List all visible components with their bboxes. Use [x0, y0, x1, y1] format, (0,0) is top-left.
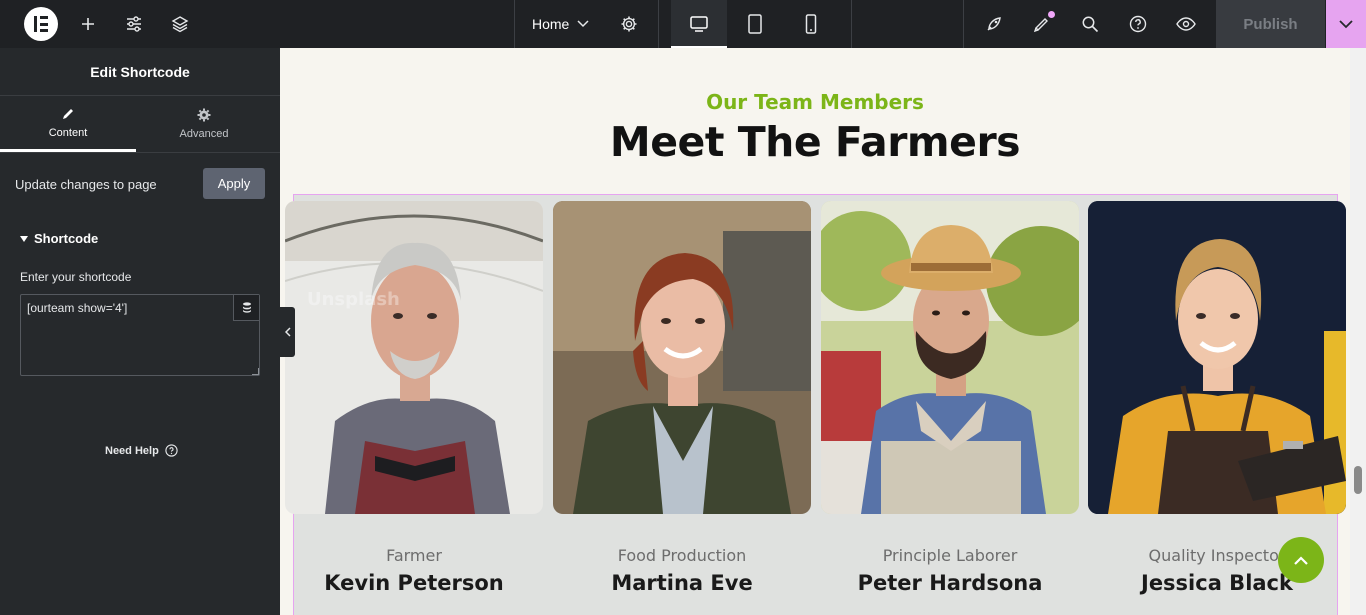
shortcode-input[interactable]: [ourteam show='4'] [20, 294, 260, 376]
tab-advanced[interactable]: Advanced [136, 96, 272, 152]
tab-content[interactable]: Content [0, 96, 136, 152]
update-changes-row: Update changes to page Apply [0, 168, 280, 200]
update-changes-label: Update changes to page [15, 177, 157, 192]
settings-sliders-icon[interactable] [122, 0, 146, 48]
search-icon[interactable] [1078, 0, 1102, 48]
tab-content-label: Content [48, 126, 88, 139]
team-member-photo[interactable] [1088, 201, 1346, 514]
gear-icon [197, 108, 211, 122]
page-canvas: Our Team Members Meet The Farmers Unspla… [280, 48, 1350, 615]
shortcode-field-label: Enter your shortcode [20, 270, 132, 284]
member-role: Principle Laborer [882, 546, 1018, 565]
tablet-icon[interactable] [727, 0, 783, 48]
whats-new-icon[interactable] [1030, 0, 1054, 48]
editor-panel: Edit Shortcode Content Advanced Update c… [0, 48, 280, 615]
layers-icon[interactable] [168, 0, 192, 48]
panel-title: Edit Shortcode [0, 48, 280, 96]
team-member-photo[interactable]: Unsplash [285, 201, 543, 514]
textarea-resize-handle[interactable] [252, 368, 259, 375]
page-name: Home [532, 16, 570, 32]
member-name: Kevin Peterson [324, 571, 504, 595]
member-role: Food Production [617, 546, 747, 565]
member-role: Farmer [386, 546, 442, 565]
page-settings-gear-icon[interactable] [617, 0, 641, 48]
publish-button[interactable]: Publish [1216, 0, 1325, 48]
editor-top-bar: Home Publish [0, 0, 1366, 48]
notification-dot [1048, 11, 1055, 18]
team-member-photo[interactable] [553, 201, 811, 514]
apply-button[interactable]: Apply [203, 168, 265, 199]
chevron-up-icon [1294, 555, 1308, 565]
canvas-scrollbar[interactable] [1350, 48, 1366, 615]
preview-eye-icon[interactable] [1174, 0, 1198, 48]
desktop-icon[interactable] [671, 0, 727, 48]
rocket-icon[interactable] [982, 0, 1006, 48]
section-subtitle: Our Team Members [706, 90, 924, 114]
need-help-link[interactable]: Need Help [105, 444, 178, 457]
panel-tabs: Content Advanced [0, 96, 280, 153]
member-name: Peter Hardsona [857, 571, 1043, 595]
member-name: Martina Eve [611, 571, 753, 595]
mobile-icon[interactable] [783, 0, 839, 48]
help-icon[interactable] [1126, 0, 1150, 48]
pencil-icon [63, 108, 73, 119]
section-title: Meet The Farmers [609, 118, 1021, 166]
page-selector[interactable]: Home [515, 0, 605, 48]
team-member-info: Principle Laborer Peter Hardsona [821, 546, 1079, 595]
chevron-left-icon [284, 327, 291, 337]
team-member-info: Farmer Kevin Peterson [285, 546, 543, 595]
shortcode-section-title: Shortcode [34, 231, 99, 246]
unsplash-watermark: Unsplash [307, 289, 400, 310]
tab-advanced-label: Advanced [179, 128, 229, 140]
dynamic-tags-database-icon[interactable] [233, 295, 259, 321]
need-help-label: Need Help [105, 444, 159, 457]
team-member-info: Food Production Martina Eve [553, 546, 811, 595]
shortcode-section-toggle[interactable]: Shortcode [20, 231, 98, 246]
elementor-logo-icon[interactable] [24, 7, 58, 41]
team-member-photo[interactable] [821, 201, 1079, 514]
back-to-top-button[interactable] [1278, 537, 1324, 583]
publish-options-chevron-icon[interactable] [1326, 0, 1366, 48]
canvas-scrollbar-thumb[interactable] [1354, 466, 1362, 494]
chevron-down-icon [577, 20, 589, 28]
help-circle-icon [165, 444, 178, 457]
add-icon[interactable] [76, 0, 100, 48]
caret-down-icon [20, 235, 28, 242]
panel-collapse-toggle[interactable] [280, 307, 295, 357]
